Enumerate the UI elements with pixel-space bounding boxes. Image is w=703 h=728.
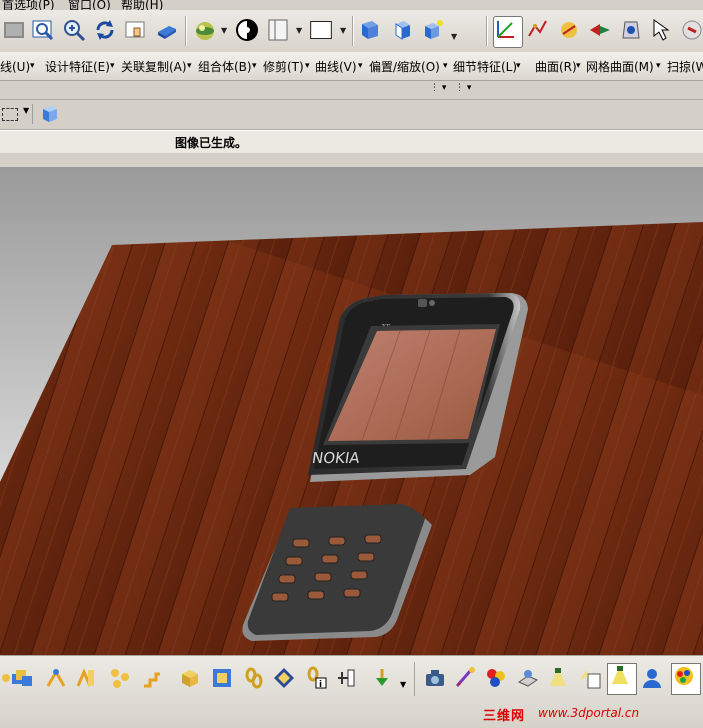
high-quality-image-icon[interactable]: [607, 663, 637, 695]
frame-icon[interactable]: [210, 666, 234, 690]
mirror-icon[interactable]: [74, 666, 98, 690]
menu-mesh-surface[interactable]: 网格曲面(M): [586, 58, 654, 75]
chevron-down-icon[interactable]: ▼: [400, 680, 406, 689]
front-view-icon[interactable]: [390, 18, 414, 42]
menu-detail-feature[interactable]: 细节特征(L): [453, 58, 517, 75]
hole-icon[interactable]: [619, 18, 643, 42]
toolbar-options-icon[interactable]: ⋮ ▾: [430, 83, 446, 93]
pan-icon[interactable]: [124, 18, 148, 42]
zoom-icon[interactable]: [62, 18, 86, 42]
menu-combine[interactable]: 组合体(B): [198, 58, 252, 75]
menu-bar: 首选项(P) 窗口(O) 帮助(H): [0, 0, 703, 10]
material-icon[interactable]: [484, 666, 508, 690]
menu-curve[interactable]: 曲线(V): [315, 58, 357, 75]
chevron-down-icon: ▾: [110, 61, 115, 71]
menu-curve-line[interactable]: 线(U): [0, 58, 30, 75]
stairs-icon[interactable]: [140, 666, 164, 690]
chevron-down-icon: ▾: [187, 61, 192, 71]
chevron-down-icon[interactable]: ▼: [340, 26, 346, 35]
rotate-icon[interactable]: [93, 18, 117, 42]
menu-window[interactable]: 窗口(O): [68, 0, 111, 10]
palette-icon[interactable]: [671, 663, 701, 695]
chevron-down-icon[interactable]: ▼: [221, 26, 227, 35]
chevron-down-icon: ▾: [30, 61, 35, 71]
info-icon[interactable]: i: [304, 666, 328, 690]
texture-icon[interactable]: [516, 666, 540, 690]
phone-front-cover: XE NOKIA: [308, 293, 528, 482]
graphics-viewport[interactable]: XE NOKIA: [0, 167, 703, 655]
standard-toolbar: ▼ ▼ ▼ ▼: [0, 10, 703, 53]
transform-icon[interactable]: [44, 666, 68, 690]
toolbar-options-icon[interactable]: ⋮ ▾: [455, 83, 471, 93]
menu-preferences[interactable]: 首选项(P): [2, 0, 55, 10]
pattern-icon[interactable]: [108, 666, 132, 690]
move-icon[interactable]: [12, 666, 36, 690]
menu-help[interactable]: 帮助(H): [121, 0, 163, 10]
chevron-down-icon: ▾: [252, 61, 257, 71]
chevron-down-icon: ▾: [305, 61, 310, 71]
status-bar: 图像已生成。: [0, 130, 703, 154]
chevron-down-icon: ▾: [443, 61, 448, 71]
box-icon[interactable]: [178, 666, 202, 690]
revolve-icon[interactable]: [588, 18, 612, 42]
menu-surface[interactable]: 曲面(R): [535, 58, 577, 75]
watermark-url: www.3dportal.cn: [538, 706, 640, 720]
sketch-icon[interactable]: [526, 18, 550, 42]
extrude-icon[interactable]: [557, 18, 581, 42]
status-message: 图像已生成。: [175, 136, 248, 150]
chevron-down-icon[interactable]: ▼: [451, 32, 457, 41]
chevron-down-icon: ▾: [516, 61, 521, 71]
menu-associative-copy[interactable]: 关联复制(A): [121, 58, 187, 75]
cube-select-icon[interactable]: [40, 104, 60, 124]
selection-box-icon[interactable]: [2, 108, 18, 121]
view-cube-icon[interactable]: [358, 18, 382, 42]
camera-icon[interactable]: [423, 666, 447, 690]
snap-view-icon[interactable]: [421, 18, 445, 42]
model-render: XE NOKIA: [0, 222, 703, 655]
svg-text:i: i: [319, 680, 322, 690]
watermark-cn: 三维网: [483, 709, 526, 724]
light-list-icon[interactable]: [578, 666, 602, 690]
chevron-down-icon[interactable]: ▼: [23, 106, 29, 115]
datum-csys-icon[interactable]: [493, 16, 523, 48]
chevron-down-icon[interactable]: ▼: [296, 26, 302, 35]
chevron-down-icon: ▾: [656, 61, 661, 71]
paint-brush-icon[interactable]: [453, 666, 477, 690]
selection-toolbar: ▼: [0, 100, 703, 130]
user-icon[interactable]: [640, 666, 664, 690]
dimension-icon[interactable]: [334, 666, 358, 690]
spotlight-icon[interactable]: [546, 666, 570, 690]
constraint-icon[interactable]: [370, 666, 394, 690]
contrast-icon[interactable]: [235, 18, 259, 42]
select-icon[interactable]: [650, 18, 674, 42]
chevron-down-icon: ▾: [576, 61, 581, 71]
phone-brand: NOKIA: [311, 449, 362, 467]
filter-icon[interactable]: [680, 18, 703, 42]
color-swatch-icon[interactable]: [309, 18, 337, 42]
viewport-border: [0, 153, 703, 167]
menu-design-feature[interactable]: 设计特征(E): [45, 58, 110, 75]
layout-icon[interactable]: [266, 18, 290, 42]
fit-view-icon[interactable]: [31, 18, 55, 42]
shaded-icon[interactable]: [155, 18, 179, 42]
toolbar-handle-strip: ⋮ ▾ ⋮ ▾: [0, 81, 703, 100]
diamond-icon[interactable]: [272, 666, 296, 690]
feature-menu-bar: 线(U) ▾ 设计特征(E) ▾ 关联复制(A) ▾ 组合体(B) ▾ 修剪(T…: [0, 52, 703, 81]
chain-icon[interactable]: [242, 666, 266, 690]
chevron-down-icon: ▾: [358, 61, 363, 71]
sphere-icon[interactable]: [193, 18, 217, 42]
menu-trim[interactable]: 修剪(T): [263, 58, 304, 75]
menu-offset-scale[interactable]: 偏置/缩放(O): [369, 58, 440, 75]
menu-sweep[interactable]: 扫掠(W: [667, 58, 703, 75]
gray-panel-icon[interactable]: [2, 18, 26, 42]
